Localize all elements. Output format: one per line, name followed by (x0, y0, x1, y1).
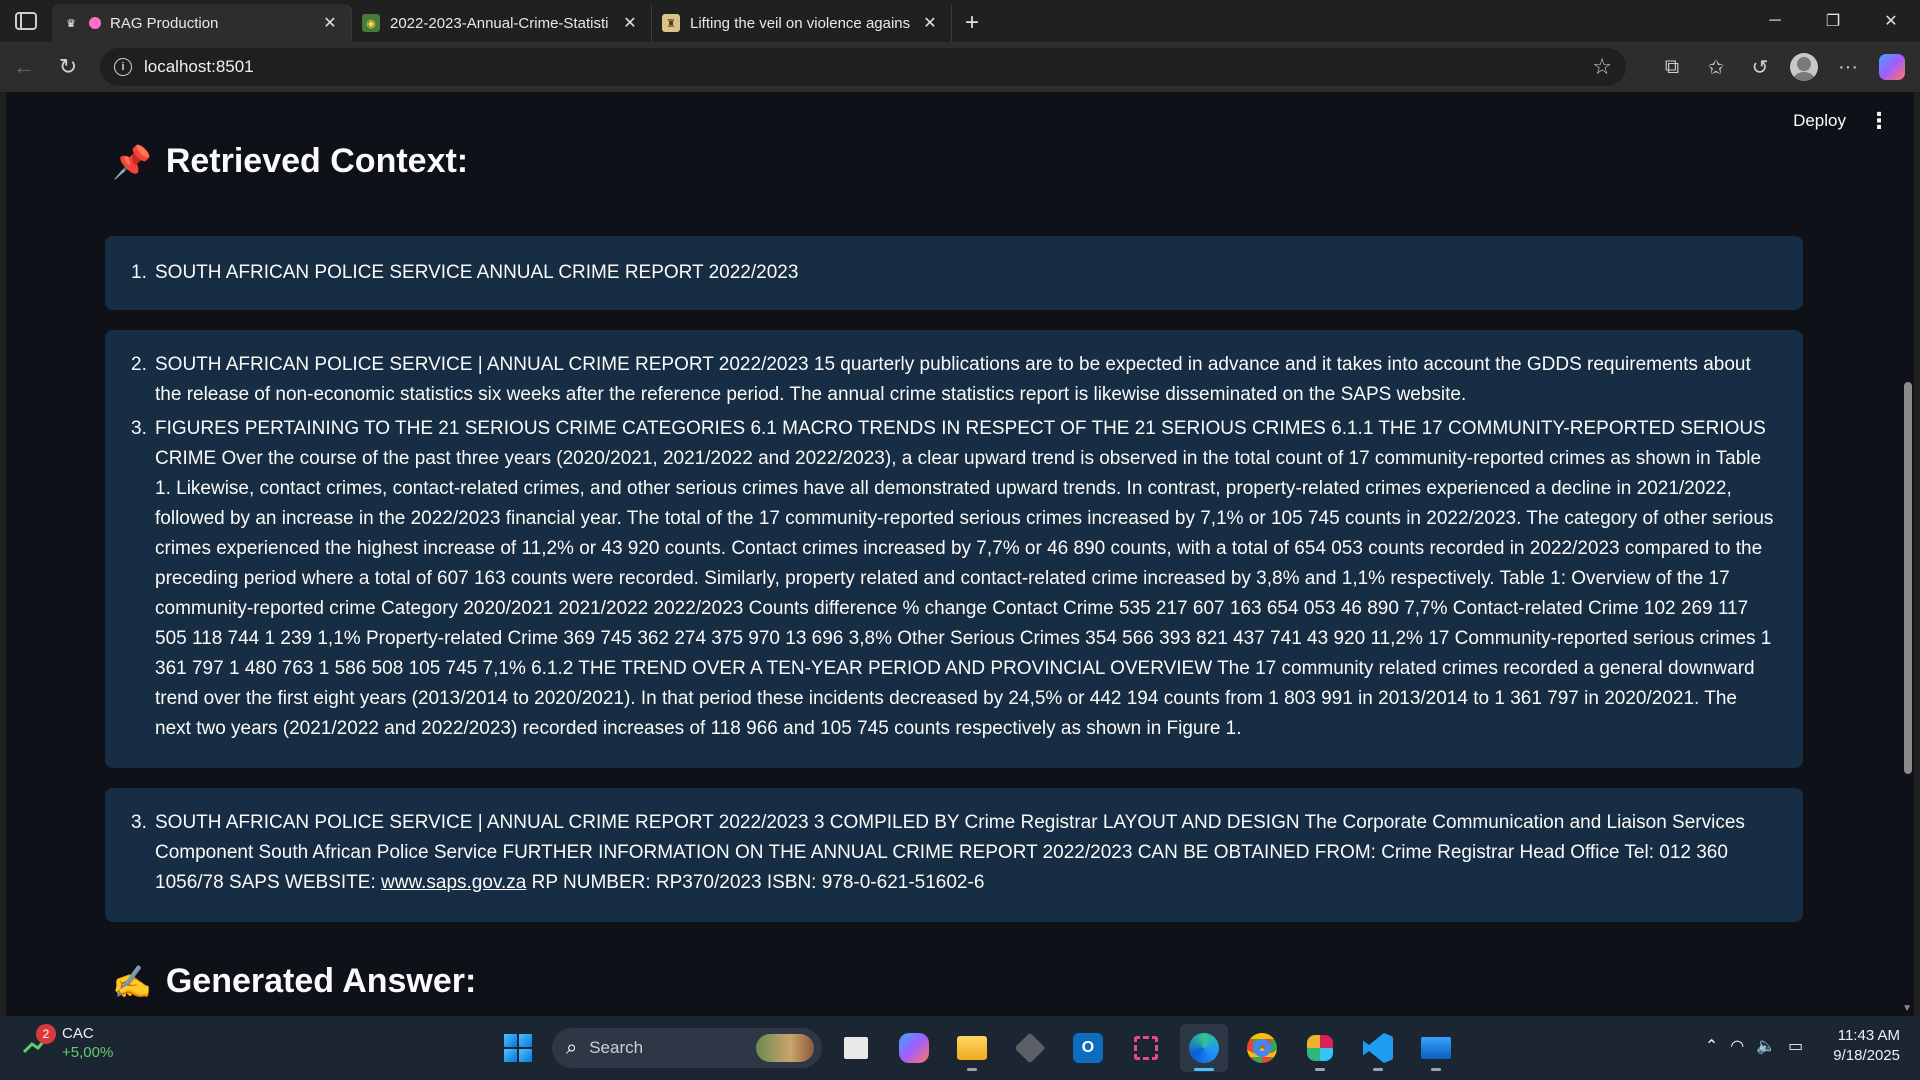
battery-icon[interactable]: ▭ (1788, 1036, 1803, 1056)
new-tab-button[interactable]: + (952, 4, 992, 42)
retrieved-context-heading: 📌 Retrieved Context: (112, 142, 468, 181)
context-card-3: 3. SOUTH AFRICAN POLICE SERVICE | ANNUAL… (105, 788, 1803, 922)
address-bar[interactable]: i localhost:8501 ☆ (100, 48, 1626, 86)
main-menu-icon[interactable]: ⋮ (1868, 108, 1890, 134)
stock-widget[interactable]: 2 CAC +5,00% (22, 1024, 113, 1062)
favorites-icon[interactable]: ✩ (1694, 47, 1738, 87)
tab-lifting-the-veil[interactable]: ♜ Lifting the veil on violence agains ✕ (652, 4, 952, 42)
tab-title: 2022-2023-Annual-Crime-Statisti (390, 14, 609, 32)
list-number: 3. (131, 418, 147, 439)
tab-title: RAG Production (110, 14, 219, 32)
date: 9/18/2025 (1833, 1047, 1900, 1064)
slack-icon[interactable] (1296, 1024, 1344, 1072)
wifi-icon[interactable]: ◠ (1730, 1036, 1744, 1056)
tab-close-icon[interactable]: ✕ (319, 12, 341, 34)
tab-close-icon[interactable]: ✕ (919, 12, 941, 34)
copilot-icon (1879, 54, 1905, 80)
refresh-icon[interactable]: ↻ (46, 47, 90, 87)
context-card-2: 2. SOUTH AFRICAN POLICE SERVICE | ANNUAL… (105, 330, 1803, 768)
cube-app-icon[interactable] (1006, 1024, 1054, 1072)
section-title: Generated Answer: (165, 962, 477, 1000)
pushpin-icon: 📌 (112, 143, 152, 180)
tab-rag-production[interactable]: ♛ RAG Production ✕ (52, 4, 352, 42)
article-icon: ♜ (662, 14, 680, 32)
restore-icon[interactable]: ❐ (1804, 0, 1862, 42)
search-placeholder: Search (589, 1038, 644, 1057)
back-icon[interactable]: ← (2, 47, 46, 87)
notification-badge: 2 (36, 1024, 56, 1044)
search-highlight-image (756, 1034, 814, 1062)
app-header: Deploy ⋮ (1793, 108, 1890, 134)
scrollbar[interactable]: ▼ (1902, 92, 1914, 1016)
writing-hand-icon: ✍️ (112, 963, 152, 1000)
list-text: SOUTH AFRICAN POLICE SERVICE | ANNUAL CR… (155, 354, 1751, 405)
document-icon: ◉ (362, 14, 380, 32)
url-text: localhost:8501 (144, 57, 254, 76)
windows-taskbar: 2 CAC +5,00% ⌕ Search O ⌃ ◠ 🔈 ▭ 11:43 AM… (0, 1016, 1920, 1080)
more-options-icon[interactable]: ··· (1826, 47, 1870, 87)
stock-change: +5,00% (62, 1044, 114, 1061)
file-explorer-icon[interactable] (948, 1024, 996, 1072)
copilot-app-icon[interactable] (890, 1024, 938, 1072)
task-view-icon[interactable] (832, 1024, 880, 1072)
windows-logo-icon (504, 1034, 532, 1062)
time: 11:43 AM (1837, 1027, 1900, 1044)
address-toolbar: ← ↻ i localhost:8501 ☆ ⧉ ✩ ↺ ··· (0, 42, 1920, 92)
list-text-after-link: RP NUMBER: RP370/2023 ISBN: 978-0-621-51… (526, 872, 985, 893)
deploy-button[interactable]: Deploy (1793, 111, 1846, 131)
tab-actions-icon (15, 12, 37, 30)
tab-close-icon[interactable]: ✕ (619, 12, 641, 34)
list-number: 2. (131, 354, 147, 375)
list-text: SOUTH AFRICAN POLICE SERVICE ANNUAL CRIM… (155, 262, 799, 283)
list-item: 1. SOUTH AFRICAN POLICE SERVICE ANNUAL C… (131, 258, 1777, 288)
clock[interactable]: 11:43 AM 9/18/2025 (1833, 1026, 1900, 1066)
stock-chart-icon: 2 (22, 1024, 56, 1058)
minimize-icon[interactable]: ─ (1746, 0, 1804, 42)
taskbar-search[interactable]: ⌕ Search (552, 1028, 822, 1068)
avatar (1790, 53, 1818, 81)
saps-website-link[interactable]: www.saps.gov.za (381, 872, 526, 893)
list-text: SOUTH AFRICAN POLICE SERVICE | ANNUAL CR… (155, 808, 1777, 898)
tab-actions-button[interactable] (0, 0, 52, 42)
context-card-1: 1. SOUTH AFRICAN POLICE SERVICE ANNUAL C… (105, 236, 1803, 310)
history-icon[interactable]: ↺ (1738, 47, 1782, 87)
chevron-up-icon[interactable]: ⌃ (1705, 1036, 1718, 1056)
site-info-icon[interactable]: i (114, 58, 132, 76)
vscode-icon[interactable] (1354, 1024, 1402, 1072)
search-icon: ⌕ (566, 1036, 578, 1059)
extensions-icon[interactable]: ⧉ (1650, 47, 1694, 87)
stock-name: CAC (62, 1025, 94, 1042)
list-text: FIGURES PERTAINING TO THE 21 SERIOUS CRI… (155, 418, 1774, 739)
system-tray: ⌃ ◠ 🔈 ▭ 11:43 AM 9/18/2025 (1705, 1026, 1900, 1066)
chrome-icon[interactable] (1238, 1024, 1286, 1072)
copilot-button[interactable] (1870, 47, 1914, 87)
list-item: 3. SOUTH AFRICAN POLICE SERVICE | ANNUAL… (131, 808, 1777, 898)
pink-dot-icon (86, 14, 104, 32)
scrollbar-thumb[interactable] (1904, 382, 1912, 774)
streamlit-icon: ♛ (62, 14, 80, 32)
remote-desktop-icon[interactable] (1412, 1024, 1460, 1072)
favorite-star-icon[interactable]: ☆ (1592, 54, 1612, 80)
close-window-icon[interactable]: ✕ (1862, 0, 1920, 42)
outlook-icon[interactable]: O (1064, 1024, 1112, 1072)
volume-icon[interactable]: 🔈 (1756, 1036, 1776, 1056)
section-title: Retrieved Context: (165, 142, 469, 180)
edge-browser-icon[interactable] (1180, 1024, 1228, 1072)
streamlit-app: Deploy ⋮ 📌 Retrieved Context: 1. SOUTH A… (6, 92, 1914, 1016)
list-item: 3. FIGURES PERTAINING TO THE 21 SERIOUS … (131, 414, 1777, 744)
profile-button[interactable] (1782, 47, 1826, 87)
list-item: 2. SOUTH AFRICAN POLICE SERVICE | ANNUAL… (131, 350, 1777, 410)
browser-tab-strip: ♛ RAG Production ✕ ◉ 2022-2023-Annual-Cr… (0, 0, 1920, 42)
tab-crime-statistics[interactable]: ◉ 2022-2023-Annual-Crime-Statisti ✕ (352, 4, 652, 42)
scroll-down-icon[interactable]: ▼ (1902, 1003, 1912, 1014)
start-button[interactable] (494, 1024, 542, 1072)
snipping-tool-icon[interactable] (1122, 1024, 1170, 1072)
generated-answer-heading: ✍️ Generated Answer: (112, 962, 476, 1001)
tab-title: Lifting the veil on violence agains (690, 14, 911, 32)
list-number: 3. (131, 812, 147, 833)
list-number: 1. (131, 262, 147, 283)
